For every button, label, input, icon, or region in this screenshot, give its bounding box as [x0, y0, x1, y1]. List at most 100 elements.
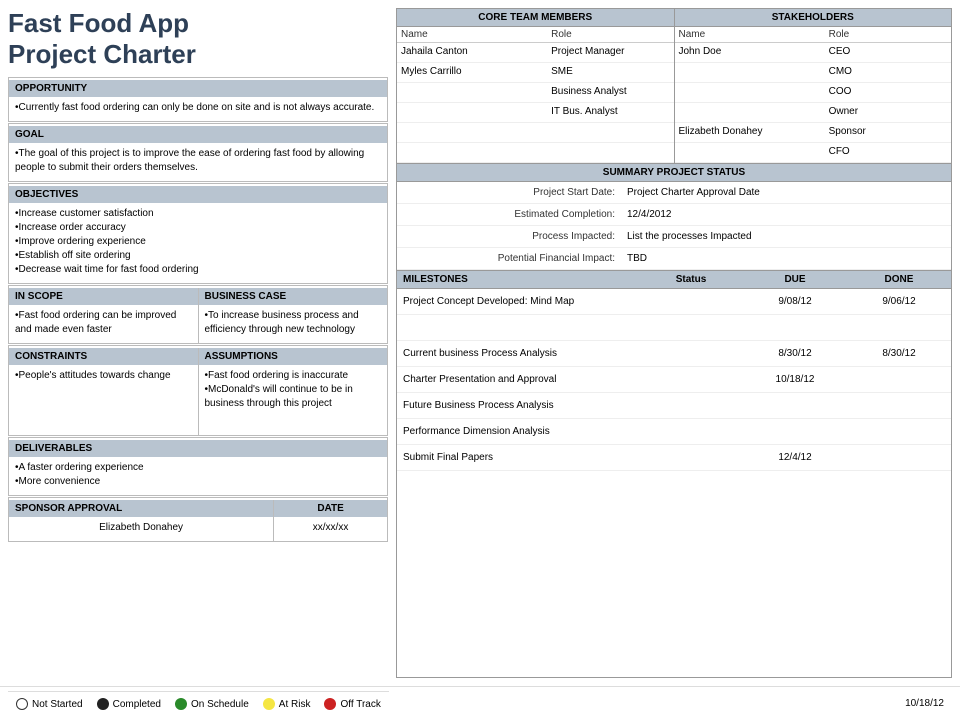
- milestone-done: [847, 377, 951, 383]
- in-scope-header: IN SCOPE: [9, 288, 199, 305]
- project-title: Fast Food App Project Charter: [8, 8, 388, 70]
- summary-row: Project Start Date:Project Charter Appro…: [397, 182, 951, 204]
- milestone-row: Future Business Process Analysis: [397, 393, 951, 419]
- summary-label: Project Start Date:: [397, 184, 621, 201]
- milestone-status: [639, 429, 743, 435]
- ca-body: •People's attitudes towards change •Fast…: [9, 365, 387, 435]
- legend-item: Completed: [97, 698, 161, 710]
- sponsor-headers: SPONSOR APPROVAL DATE: [9, 498, 387, 517]
- stakeholder-row: COO: [675, 83, 952, 103]
- ca-headers: CONSTRAINTS ASSUMPTIONS: [9, 346, 387, 365]
- stakeholder-name: [675, 103, 825, 122]
- milestones-section: MILESTONES Status DUE DONE Project Conce…: [397, 270, 951, 471]
- stakeholder-row: Owner: [675, 103, 952, 123]
- legend: Not Started Completed On Schedule At Risk Of…: [8, 691, 389, 716]
- milestone-status: [639, 299, 743, 305]
- stakeholders-rows: John DoeCEOCMOCOOOwnerElizabeth DonaheyS…: [675, 43, 952, 163]
- stakeholder-row: CFO: [675, 143, 952, 163]
- assumption-item: •McDonald's will continue to be in busin…: [205, 383, 382, 411]
- title-line1: Fast Food App Project Charter: [8, 8, 388, 70]
- core-team-row: Business Analyst: [397, 83, 674, 103]
- core-team-row: Jahaila CantonProject Manager: [397, 43, 674, 63]
- milestone-name: Submit Final Papers: [397, 449, 639, 466]
- business-case-body: •To increase business process and effici…: [199, 305, 388, 343]
- milestone-row: Submit Final Papers 12/4/12: [397, 445, 951, 471]
- legend-item: At Risk: [263, 698, 311, 710]
- stakeholder-name: [675, 83, 825, 102]
- core-team-name: [397, 83, 547, 102]
- deliverable-item: •A faster ordering experience: [15, 461, 381, 475]
- milestone-status: [639, 403, 743, 409]
- milestone-done: [847, 325, 951, 331]
- milestone-name: Project Concept Developed: Mind Map: [397, 293, 639, 310]
- stakeholder-role: COO: [825, 83, 951, 102]
- opportunity-section: OPPORTUNITY •Currently fast food orderin…: [8, 77, 388, 122]
- date-header: DATE: [274, 500, 387, 517]
- milestone-status: [639, 455, 743, 461]
- top-tables: CORE TEAM MEMBERS Name Role Jahaila Cant…: [397, 9, 951, 164]
- milestones-col-status: Status: [639, 271, 743, 288]
- sponsor-approval-header: SPONSOR APPROVAL: [9, 500, 274, 517]
- summary-rows: Project Start Date:Project Charter Appro…: [397, 182, 951, 270]
- core-team-role: IT Bus. Analyst: [547, 103, 673, 122]
- milestone-due: 12/4/12: [743, 449, 847, 466]
- milestone-row: Charter Presentation and Approval 10/18/…: [397, 367, 951, 393]
- stakeholders-col-headers: Name Role: [675, 27, 952, 43]
- stakeholder-name: John Doe: [675, 43, 825, 62]
- deliverables-body: •A faster ordering experience•More conve…: [9, 457, 387, 495]
- summary-row: Process Impacted:List the processes Impa…: [397, 226, 951, 248]
- deliverables-header: DELIVERABLES: [9, 440, 387, 457]
- legend-icon: [324, 698, 336, 710]
- summary-row: Estimated Completion:12/4/2012: [397, 204, 951, 226]
- in-scope-body: •Fast food ordering can be improved and …: [9, 305, 199, 343]
- milestone-due: [743, 403, 847, 409]
- main-content: Fast Food App Project Charter OPPORTUNIT…: [0, 0, 960, 686]
- opportunity-header: OPPORTUNITY: [9, 80, 387, 97]
- legend-icon: [263, 698, 275, 710]
- core-team-name: [397, 103, 547, 122]
- milestone-due: 9/08/12: [743, 293, 847, 310]
- legend-item: Not Started: [16, 698, 83, 710]
- stakeholder-role: CFO: [825, 143, 951, 162]
- legend-item: On Schedule: [175, 698, 249, 710]
- milestone-due: [743, 325, 847, 331]
- objectives-header: OBJECTIVES: [9, 186, 387, 203]
- milestones-col-done: DONE: [847, 271, 951, 288]
- milestones-header-row: MILESTONES Status DUE DONE: [397, 270, 951, 289]
- scope-business-headers: IN SCOPE BUSINESS CASE: [9, 286, 387, 305]
- assumptions-header: ASSUMPTIONS: [199, 348, 388, 365]
- milestone-row: Project Concept Developed: Mind Map 9/08…: [397, 289, 951, 315]
- legend-icon: [97, 698, 109, 710]
- summary-label: Estimated Completion:: [397, 206, 621, 223]
- summary-section: SUMMARY PROJECT STATUS Project Start Dat…: [397, 164, 951, 270]
- milestone-due: 10/18/12: [743, 371, 847, 388]
- sponsor-date: xx/xx/xx: [274, 517, 387, 541]
- core-team-role: [547, 123, 673, 142]
- core-team-table: CORE TEAM MEMBERS Name Role Jahaila Cant…: [397, 9, 675, 163]
- milestone-done: [847, 429, 951, 435]
- assumption-item: •Fast food ordering is inaccurate: [205, 369, 382, 383]
- summary-row: Potential Financial Impact:TBD: [397, 248, 951, 270]
- core-team-name: [397, 123, 547, 142]
- stakeholders-header: STAKEHOLDERS: [675, 9, 952, 27]
- milestones-rows: Project Concept Developed: Mind Map 9/08…: [397, 289, 951, 471]
- milestones-col-due: DUE: [743, 271, 847, 288]
- stakeholder-name: Elizabeth Donahey: [675, 123, 825, 142]
- constraints-assumptions-section: CONSTRAINTS ASSUMPTIONS •People's attitu…: [8, 345, 388, 436]
- constraints-body: •People's attitudes towards change: [9, 365, 199, 435]
- constraints-header: CONSTRAINTS: [9, 348, 199, 365]
- milestone-name: Current business Process Analysis: [397, 345, 639, 362]
- milestone-name: Performance Dimension Analysis: [397, 423, 639, 440]
- summary-label: Process Impacted:: [397, 228, 621, 245]
- legend-label: Off Track: [340, 699, 380, 710]
- goal-body: •The goal of this project is to improve …: [9, 143, 387, 181]
- business-case-header: BUSINESS CASE: [199, 288, 388, 305]
- summary-value: Project Charter Approval Date: [621, 184, 951, 201]
- objective-item: •Increase order accuracy: [15, 221, 381, 235]
- stakeholder-row: CMO: [675, 63, 952, 83]
- milestone-name: Future Business Process Analysis: [397, 397, 639, 414]
- deliverable-item: •More convenience: [15, 475, 381, 489]
- sponsor-name: Elizabeth Donahey: [9, 517, 274, 541]
- objective-item: •Establish off site ordering: [15, 249, 381, 263]
- stakeholder-row: John DoeCEO: [675, 43, 952, 63]
